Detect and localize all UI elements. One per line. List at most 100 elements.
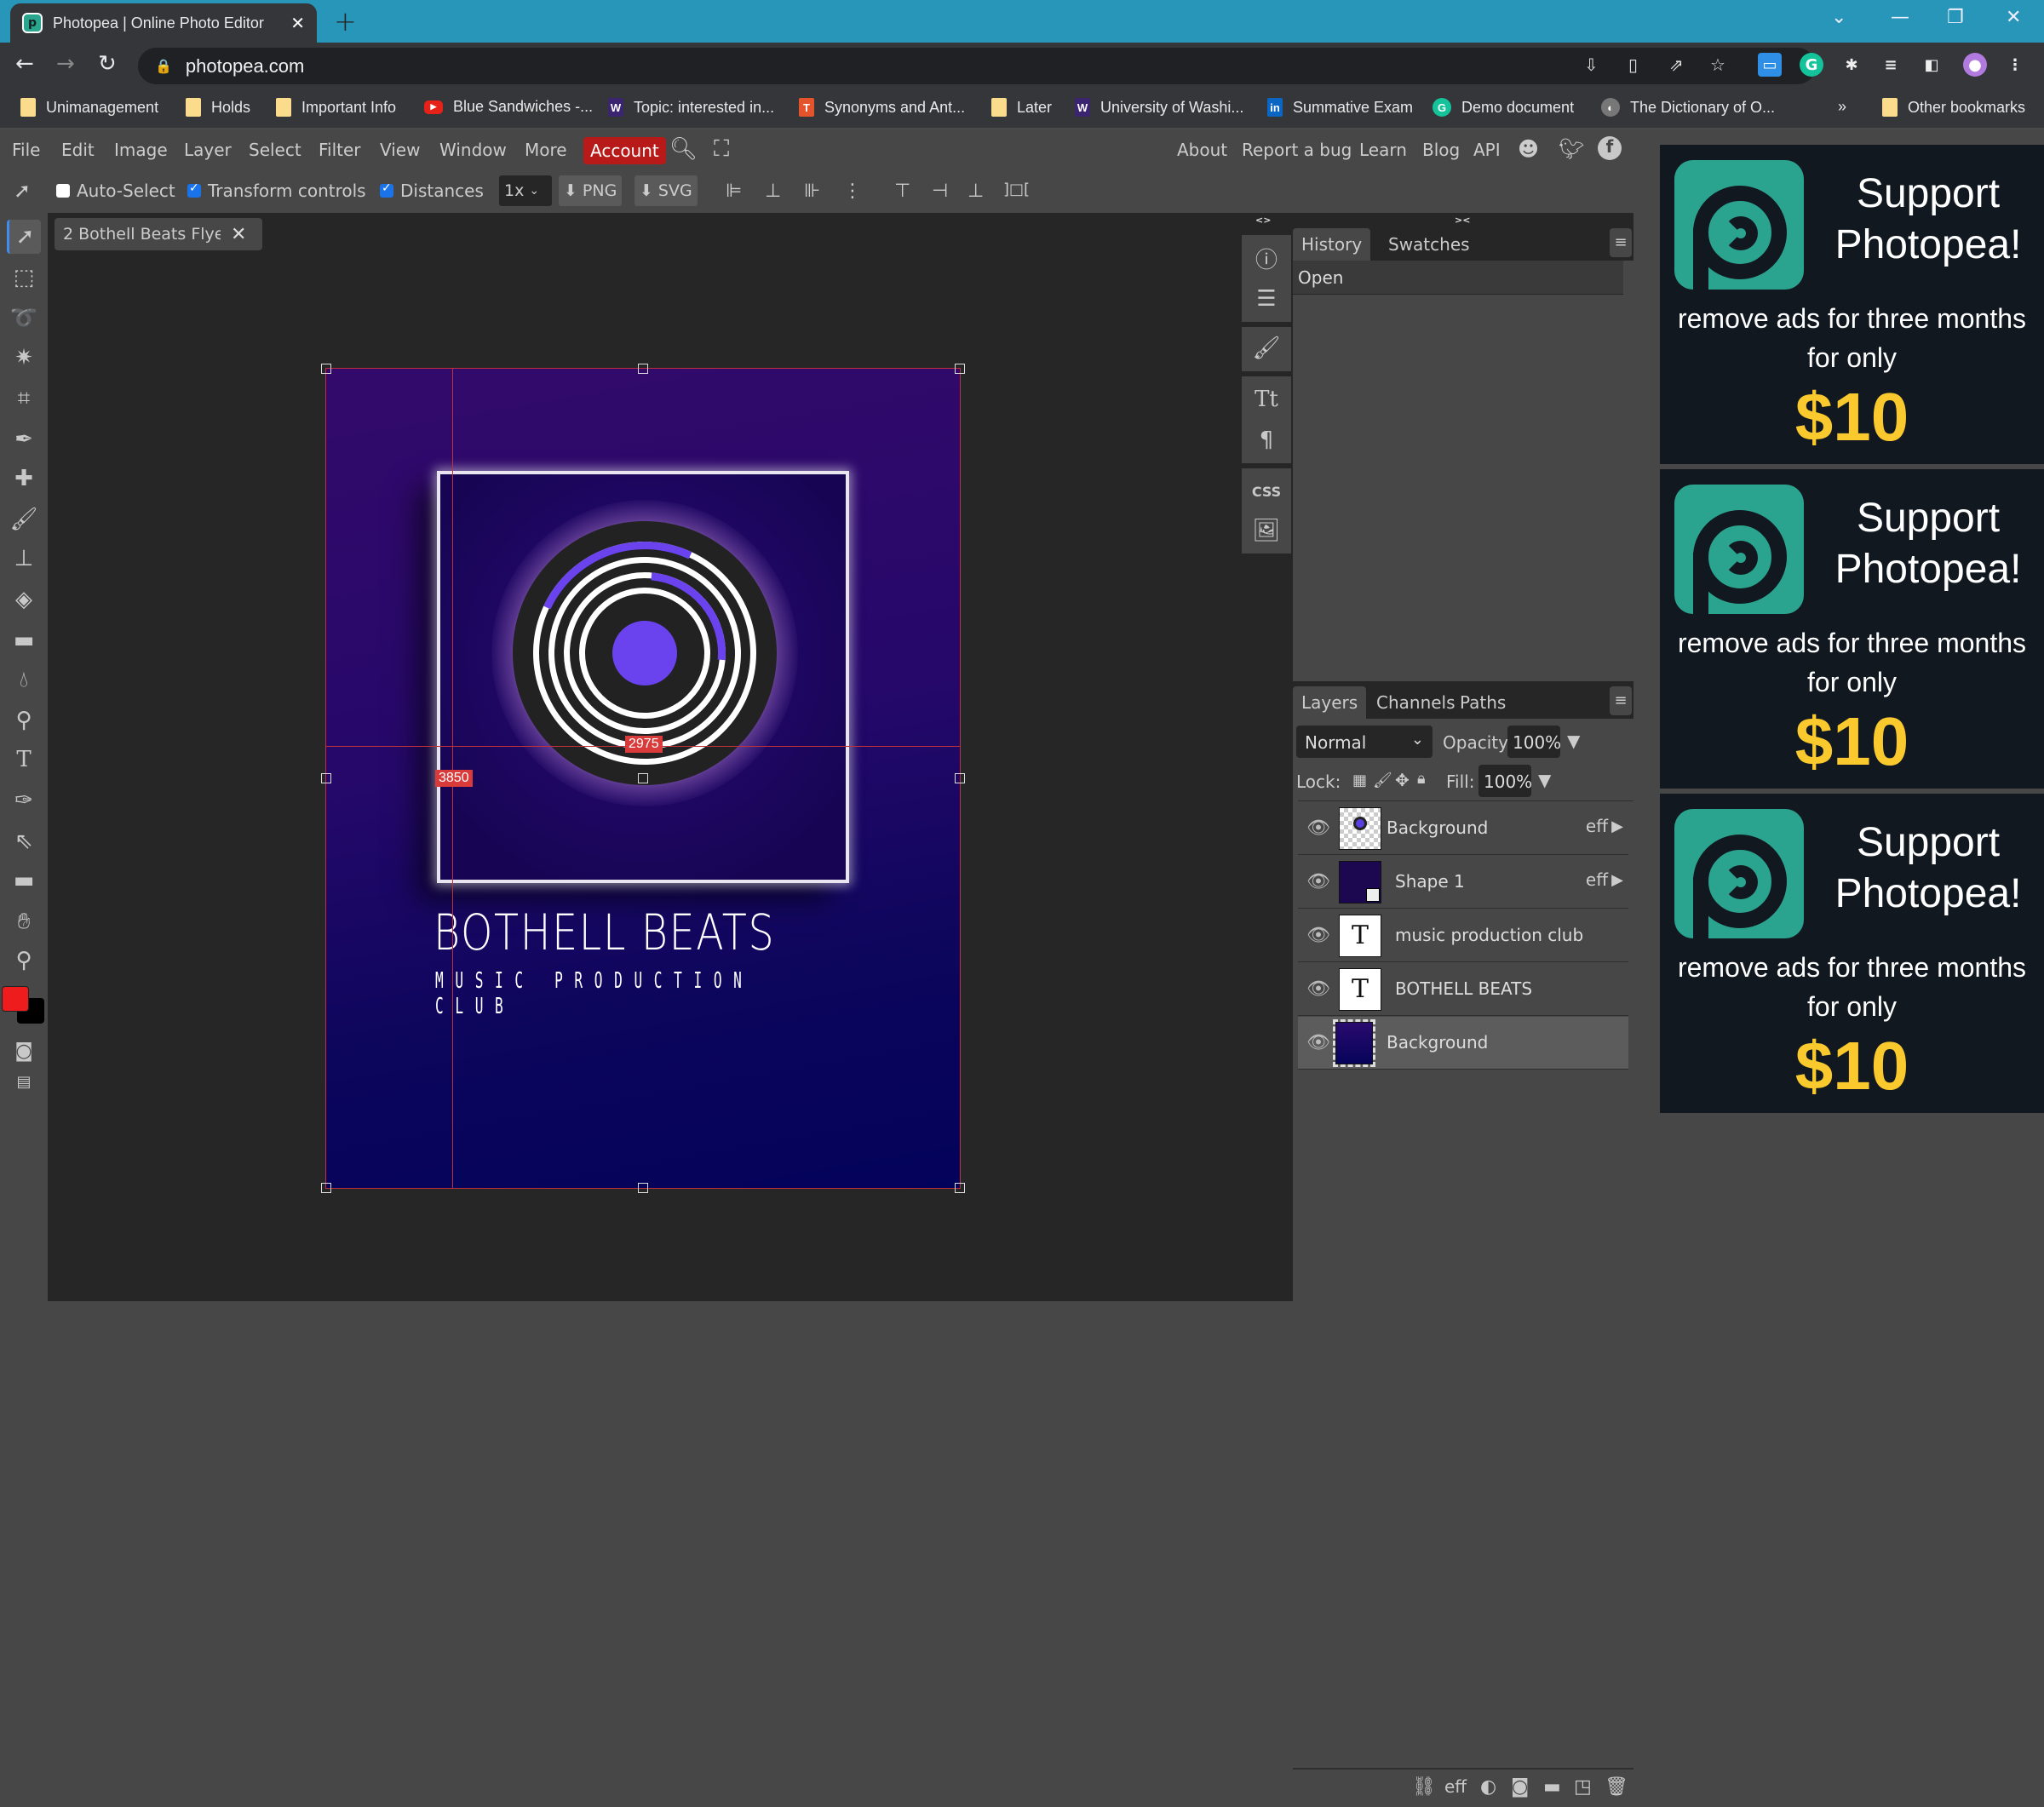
bookmark-item[interactable]: W Topic: interested in... bbox=[608, 98, 774, 117]
other-bookmarks[interactable]: Other bookmarks bbox=[1882, 98, 2025, 117]
link-report-bug[interactable]: Report a bug bbox=[1242, 140, 1352, 160]
crop-tool[interactable]: ⌗ bbox=[7, 381, 41, 416]
path-select-tool[interactable]: ⇖ bbox=[7, 824, 41, 858]
delete-layer-icon[interactable]: 🗑︎ bbox=[1605, 1776, 1628, 1798]
align-left-icon[interactable]: ⊫ bbox=[726, 181, 742, 202]
menu-filter[interactable]: Filter bbox=[319, 140, 361, 160]
info-icon[interactable]: ⓘ bbox=[1242, 238, 1291, 278]
media-control-icon[interactable]: ≡ bbox=[1879, 53, 1903, 77]
visibility-eye-icon[interactable]: 👁︎ bbox=[1306, 817, 1330, 839]
link-layers-icon[interactable]: ⛓ bbox=[1412, 1776, 1436, 1798]
tab-paths[interactable]: Paths bbox=[1451, 686, 1514, 719]
facebook-icon[interactable]: f bbox=[1598, 136, 1622, 160]
expand-effects-icon[interactable]: ▶ bbox=[1611, 871, 1623, 889]
tab-swatches[interactable]: Swatches bbox=[1380, 228, 1478, 261]
transform-handle[interactable] bbox=[321, 364, 331, 374]
chrome-menu-icon[interactable]: ⋮ bbox=[2003, 53, 2027, 77]
layer-row[interactable]: 👁︎ T BOTHELL BEATS bbox=[1298, 963, 1628, 1016]
transform-controls-checkbox[interactable]: Transform controls bbox=[187, 181, 366, 201]
character-icon[interactable]: Tt bbox=[1242, 380, 1291, 419]
layer-effects-label[interactable]: eff bbox=[1586, 869, 1608, 890]
transform-handle[interactable] bbox=[321, 773, 331, 783]
link-api[interactable]: API bbox=[1473, 140, 1501, 160]
install-app-icon[interactable]: ⇩ bbox=[1584, 54, 1599, 75]
align-middle-v-icon[interactable]: ⊣ bbox=[932, 181, 948, 202]
css-icon[interactable]: CSS bbox=[1242, 472, 1291, 511]
reddit-icon[interactable]: ☻ bbox=[1518, 137, 1539, 161]
page-icon[interactable]: ▯ bbox=[1628, 54, 1638, 75]
zoom-select[interactable]: 1x ⌄ bbox=[499, 175, 552, 206]
magic-wand-tool[interactable]: ✷ bbox=[7, 341, 41, 375]
type-tool[interactable]: T bbox=[7, 743, 41, 777]
share-icon[interactable]: ⇗ bbox=[1669, 54, 1684, 75]
adjustments-icon[interactable]: ☰ bbox=[1242, 279, 1291, 318]
export-svg-button[interactable]: ⬇ SVG bbox=[634, 175, 698, 206]
foreground-color-swatch[interactable] bbox=[2, 986, 29, 1012]
move-tool[interactable]: ➚ bbox=[7, 220, 41, 254]
transform-handle[interactable] bbox=[955, 364, 965, 374]
extension-icon[interactable]: ▭ bbox=[1758, 53, 1782, 77]
visibility-eye-icon[interactable]: 👁︎ bbox=[1306, 1032, 1330, 1053]
align-center-h-icon[interactable]: ⊥ bbox=[765, 181, 781, 202]
opacity-dropdown-icon[interactable]: ▼ bbox=[1567, 731, 1580, 751]
checkbox-box[interactable] bbox=[56, 184, 70, 198]
menu-window[interactable]: Window bbox=[439, 140, 507, 160]
menu-image[interactable]: Image bbox=[114, 140, 168, 160]
bookmark-item[interactable]: Unimanagement bbox=[20, 98, 158, 117]
bookmark-item[interactable]: W University of Washi... bbox=[1075, 98, 1243, 117]
menu-more[interactable]: More bbox=[525, 140, 567, 160]
bookmark-item[interactable]: in Summative Exam bbox=[1267, 98, 1413, 117]
tab-channels[interactable]: Channels bbox=[1368, 686, 1464, 719]
fill-dropdown-icon[interactable]: ▼ bbox=[1538, 770, 1551, 790]
transform-handle[interactable] bbox=[638, 364, 648, 374]
close-window-icon[interactable]: ✕ bbox=[2006, 7, 2021, 28]
marquee-tool[interactable]: ⬚ bbox=[7, 261, 41, 295]
visibility-eye-icon[interactable]: 👁︎ bbox=[1306, 871, 1330, 892]
checkbox-box[interactable] bbox=[187, 181, 201, 198]
search-icon[interactable]: 🔍︎ bbox=[669, 136, 698, 162]
back-icon[interactable]: ← bbox=[15, 51, 34, 77]
layer-row[interactable]: 👁︎ Shape 1 eff ▶ bbox=[1298, 856, 1628, 909]
bookmarks-overflow-button[interactable]: » bbox=[1838, 98, 1846, 116]
dodge-tool[interactable]: ⚲ bbox=[7, 703, 41, 737]
history-item[interactable]: Open bbox=[1293, 261, 1623, 295]
bookmark-item[interactable]: Later bbox=[991, 98, 1052, 117]
transform-handle[interactable] bbox=[638, 1183, 648, 1193]
image-icon[interactable]: 🖼︎ bbox=[1242, 511, 1291, 550]
menu-edit[interactable]: Edit bbox=[61, 140, 95, 160]
pen-tool[interactable]: ✑ bbox=[7, 783, 41, 817]
tab-layers[interactable]: Layers bbox=[1293, 686, 1367, 719]
lock-paint-icon[interactable]: 🖌︎ bbox=[1373, 772, 1392, 789]
new-layer-icon[interactable]: ◳ bbox=[1574, 1776, 1592, 1798]
tab-history[interactable]: History bbox=[1293, 228, 1371, 261]
export-png-button[interactable]: ⬇ PNG bbox=[559, 175, 623, 206]
lock-transparency-icon[interactable]: ▦ bbox=[1352, 772, 1367, 789]
restore-icon[interactable]: ❐ bbox=[1947, 7, 1964, 28]
forward-icon[interactable]: → bbox=[56, 51, 75, 77]
auto-select-checkbox[interactable]: Auto-Select bbox=[56, 181, 175, 201]
layer-row[interactable]: 👁︎ Background eff ▶ bbox=[1298, 802, 1628, 855]
layer-row-selected[interactable]: 👁︎ Background bbox=[1298, 1017, 1628, 1070]
account-button[interactable]: Account bbox=[583, 137, 666, 164]
bookmark-item[interactable]: G Demo document bbox=[1433, 98, 1574, 117]
expand-arrows-icon[interactable]: <> bbox=[1255, 215, 1271, 226]
zoom-tool[interactable]: ⚲ bbox=[7, 944, 41, 978]
fill-input[interactable]: 100% bbox=[1478, 765, 1532, 797]
bookmark-item[interactable]: T Synonyms and Ant... bbox=[799, 98, 965, 117]
checkbox-box[interactable] bbox=[380, 181, 393, 198]
distances-checkbox[interactable]: Distances bbox=[380, 181, 484, 201]
brush-settings-icon[interactable]: 🖌︎ bbox=[1242, 329, 1291, 368]
menu-file[interactable]: File bbox=[12, 140, 40, 160]
layer-mask-icon[interactable]: ◙ bbox=[1511, 1776, 1529, 1798]
layer-effects-icon[interactable]: eff bbox=[1444, 1776, 1467, 1797]
support-ad[interactable]: Support Photopea! remove ads for three m… bbox=[1660, 145, 2044, 464]
expand-effects-icon[interactable]: ▶ bbox=[1611, 817, 1623, 835]
rectangle-tool[interactable]: ▬ bbox=[7, 863, 41, 898]
side-panel-icon[interactable]: ◧ bbox=[1920, 53, 1944, 77]
brush-tool[interactable]: 🖌︎ bbox=[7, 502, 41, 536]
link-about[interactable]: About bbox=[1177, 140, 1227, 160]
twitter-icon[interactable]: 🐦︎ bbox=[1559, 137, 1584, 161]
bookmark-star-icon[interactable]: ☆ bbox=[1710, 54, 1725, 75]
menu-view[interactable]: View bbox=[380, 140, 420, 160]
minimize-icon[interactable]: — bbox=[1891, 7, 1909, 28]
